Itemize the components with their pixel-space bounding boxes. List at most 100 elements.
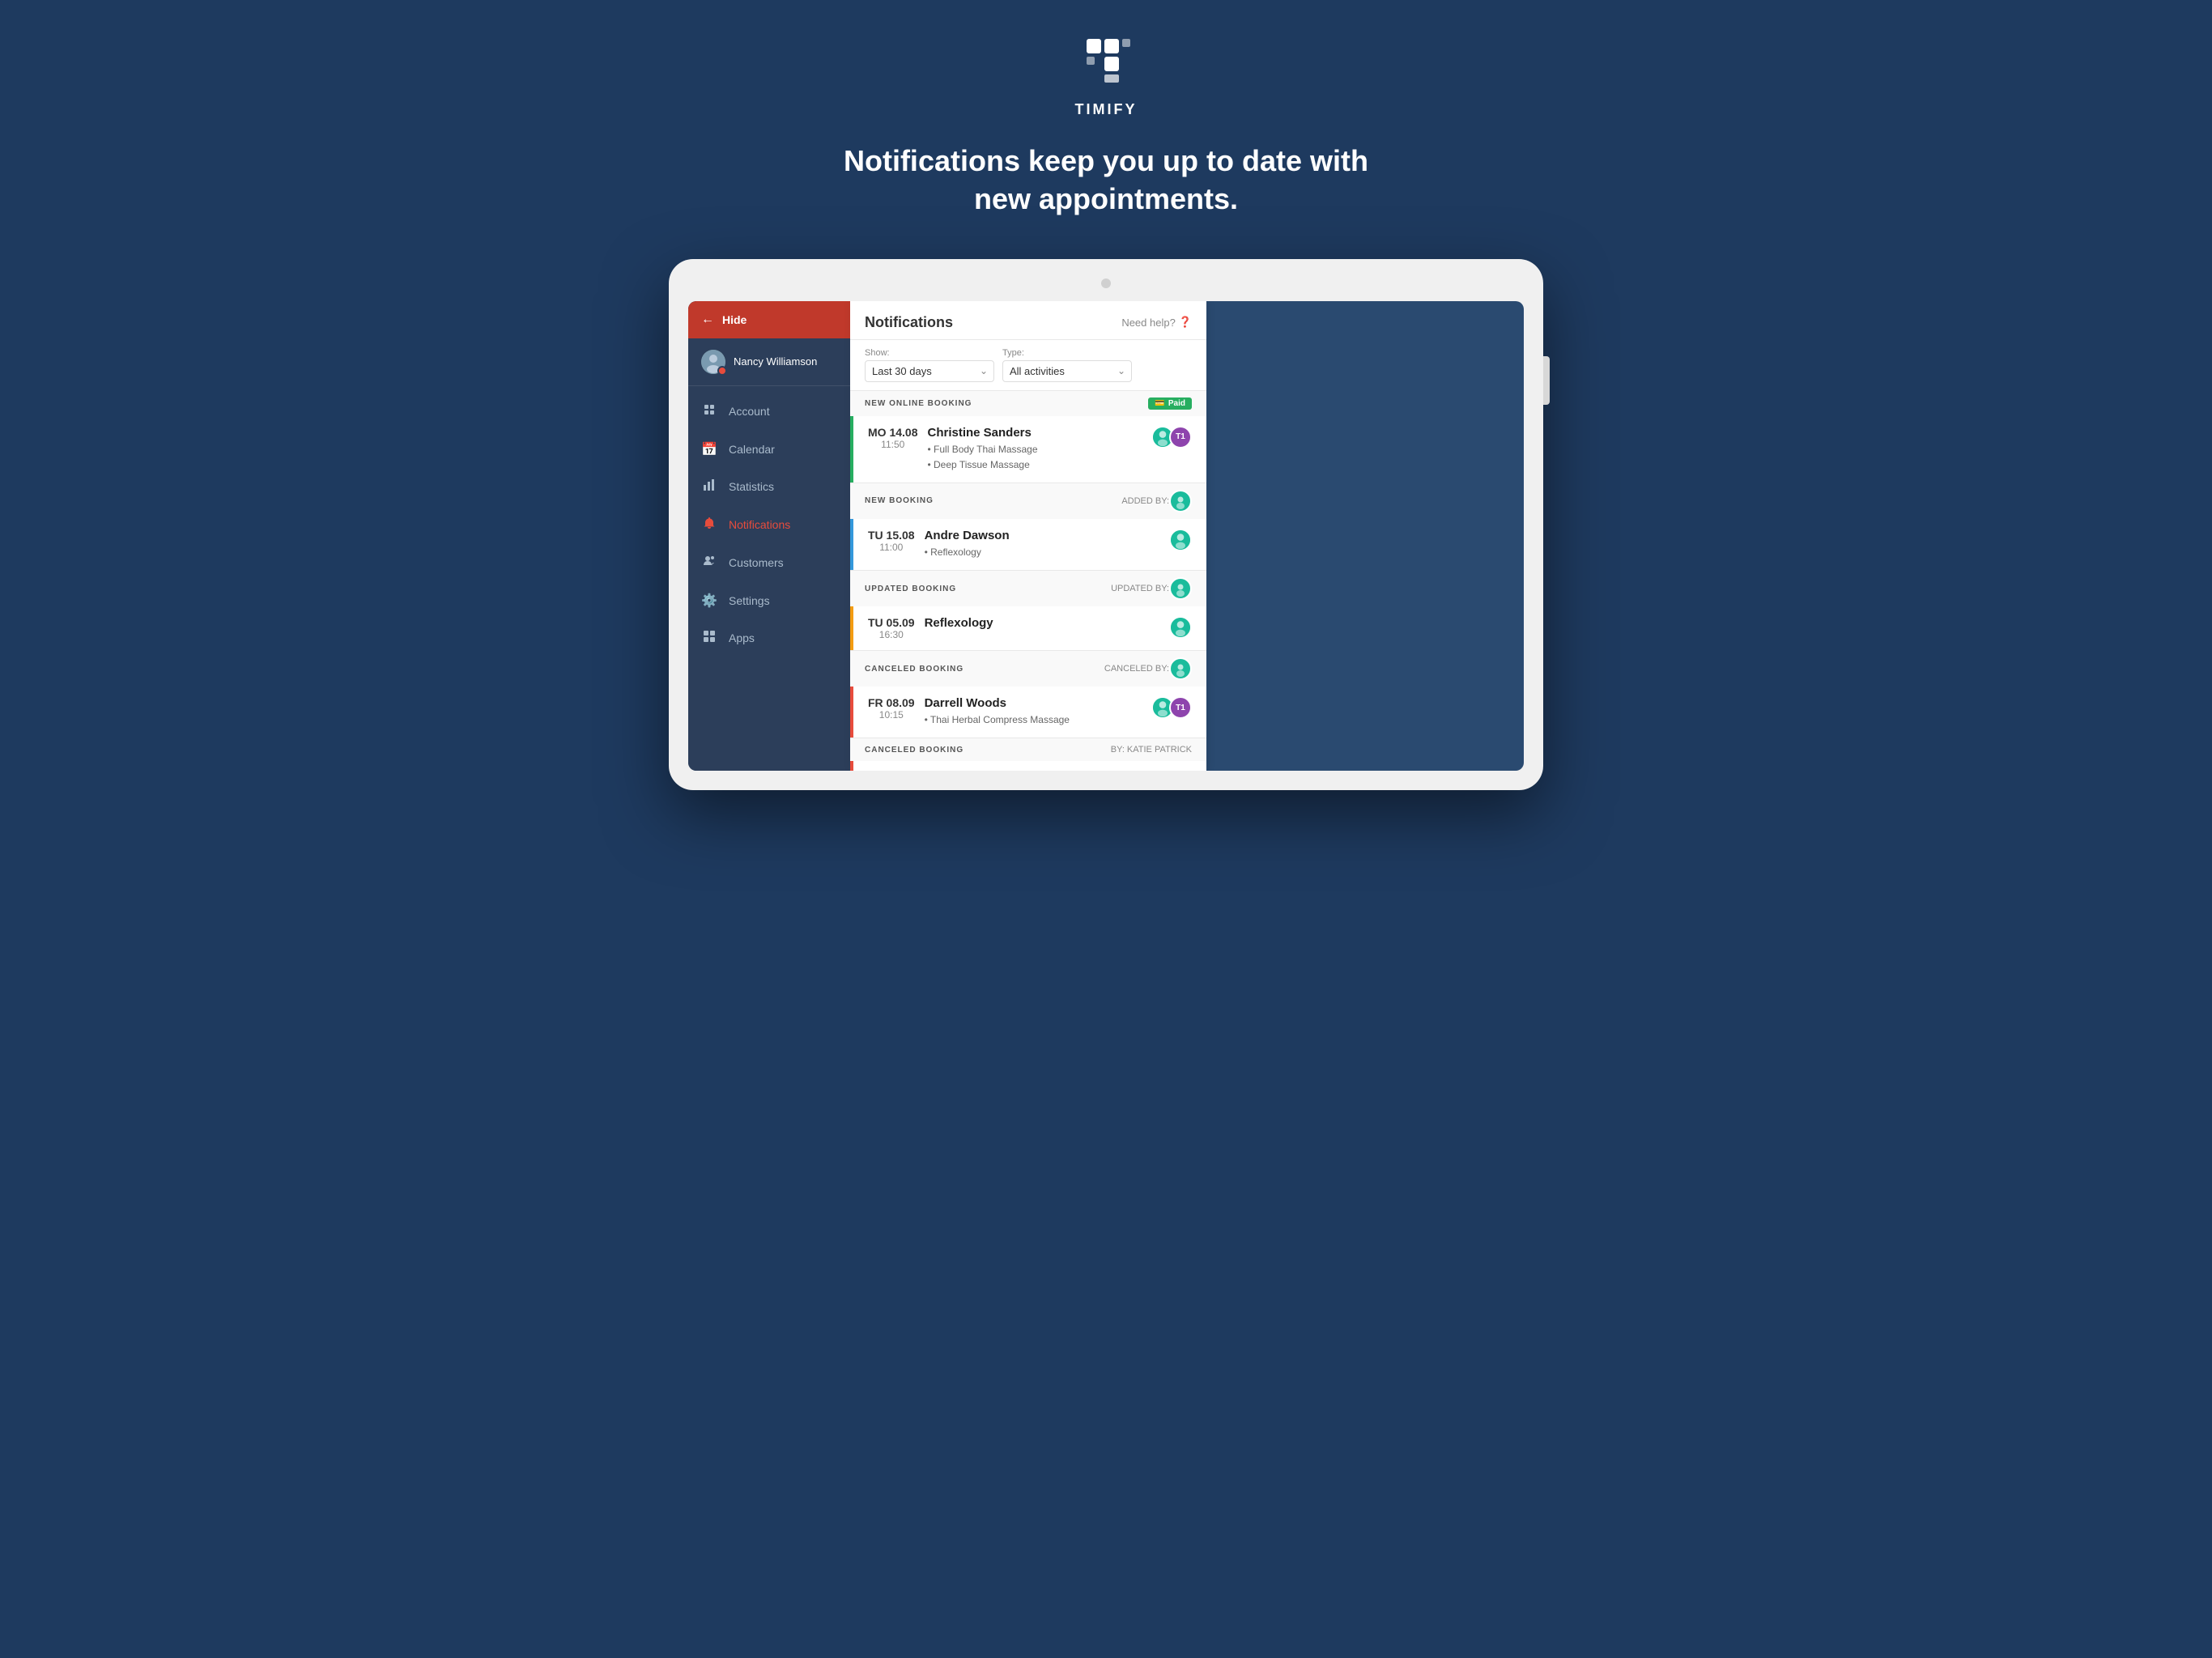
customer-name: Andre Dawson xyxy=(925,529,1159,542)
section-new-online-booking: NEW ONLINE BOOKING Paid MO 14.08 11:50 C… xyxy=(850,391,1206,483)
notifications-header: Notifications Need help? ❓ xyxy=(850,301,1206,340)
sidebar-item-label-settings: Settings xyxy=(729,594,770,607)
sidebar: ← Hide Nancy Williamson Account xyxy=(688,301,850,771)
notif-content: Darrell Woods • Thai Herbal Compress Mas… xyxy=(925,696,1142,728)
sidebar-nav: Account 📅 Calendar Statistics Notif xyxy=(688,386,850,771)
sidebar-item-label-customers: Customers xyxy=(729,556,784,569)
section-header-new-online: NEW ONLINE BOOKING Paid xyxy=(850,391,1206,416)
tablet-side-button xyxy=(1543,356,1550,405)
section-type-new-online: NEW ONLINE BOOKING xyxy=(865,399,972,408)
account-icon xyxy=(701,403,717,420)
sidebar-item-calendar[interactable]: 📅 Calendar xyxy=(688,431,850,468)
statistics-icon xyxy=(701,478,717,495)
section-type-updated: UPDATED BOOKING xyxy=(865,585,956,593)
notification-item[interactable]: MO 14.08 11:50 Christine Sanders • Full … xyxy=(850,416,1206,483)
notifications-icon xyxy=(701,517,717,534)
service-item: • Full Body Thai Massage xyxy=(927,442,1142,457)
sidebar-hide-button[interactable]: ← Hide xyxy=(688,301,850,338)
apps-icon xyxy=(701,630,717,647)
paid-label: Paid xyxy=(1168,399,1185,408)
calendar-icon: 📅 xyxy=(701,441,717,457)
notif-date: MO 14.08 11:50 xyxy=(868,426,917,450)
section-meta-updated-by: UPDATED BY: xyxy=(1111,577,1192,600)
notif-avatars xyxy=(1169,529,1192,551)
notification-item[interactable]: TU 09.10 14:10 Katie Patrick • Deep Tiss… xyxy=(850,761,1206,770)
sidebar-item-customers[interactable]: Customers xyxy=(688,544,850,582)
section-canceled-booking-1: CANCELED BOOKING CANCELED BY: FR 08.09 1… xyxy=(850,651,1206,738)
notif-date-time: 11:50 xyxy=(868,439,917,450)
avatar xyxy=(1169,529,1192,551)
settings-icon: ⚙️ xyxy=(701,593,717,609)
service-name: Reflexology xyxy=(925,616,1159,630)
type-filter-select[interactable]: All activities New bookings Updated book… xyxy=(1002,360,1132,382)
notif-date: TU 05.09 16:30 xyxy=(868,616,915,640)
notifications-title: Notifications xyxy=(865,314,953,331)
section-new-booking: NEW BOOKING ADDED BY: TU 15.08 11:00 xyxy=(850,483,1206,571)
notifications-filters: Show: Last 30 days Last 7 days Last 90 d… xyxy=(850,340,1206,391)
tablet-screen: ← Hide Nancy Williamson Account xyxy=(688,301,1524,771)
avatar xyxy=(1169,490,1192,512)
tablet-camera xyxy=(1101,278,1111,288)
notif-avatars xyxy=(1169,616,1192,639)
page-headline: Notifications keep you up to date with n… xyxy=(823,142,1389,219)
notification-item[interactable]: TU 15.08 11:00 Andre Dawson • Reflexolog… xyxy=(850,519,1206,570)
sidebar-item-account[interactable]: Account xyxy=(688,393,850,431)
help-link[interactable]: Need help? ❓ xyxy=(1121,316,1192,329)
notif-services: • Full Body Thai Massage • Deep Tissue M… xyxy=(927,442,1142,473)
section-header-canceled-2: CANCELED BOOKING BY: KATIE PATRICK xyxy=(850,738,1206,761)
avatar xyxy=(1169,577,1192,600)
show-filter-label: Show: xyxy=(865,348,994,358)
section-updated-booking: UPDATED BOOKING UPDATED BY: TU 05.09 16:… xyxy=(850,571,1206,651)
notif-date: FR 08.09 10:15 xyxy=(868,696,915,721)
service-item: • Deep Tissue Massage xyxy=(927,457,1142,473)
by-label: BY: KATIE PATRICK xyxy=(1111,745,1192,755)
type-filter-group: Type: All activities New bookings Update… xyxy=(1002,348,1132,382)
notif-avatars: T1 xyxy=(1151,696,1192,719)
customers-icon xyxy=(701,555,717,572)
notif-date: TU 15.08 11:00 xyxy=(868,529,915,553)
user-badge xyxy=(717,366,727,376)
customer-name: Christine Sanders xyxy=(927,426,1142,440)
notif-content: Andre Dawson • Reflexology xyxy=(925,529,1159,560)
notif-date-time: 11:00 xyxy=(868,542,915,553)
sidebar-item-notifications[interactable]: Notifications xyxy=(688,506,850,544)
section-canceled-booking-2: CANCELED BOOKING BY: KATIE PATRICK TU 09… xyxy=(850,738,1206,770)
avatar xyxy=(1169,657,1192,680)
updated-by-label: UPDATED BY: xyxy=(1111,584,1169,593)
section-meta-by: BY: KATIE PATRICK xyxy=(1111,745,1192,755)
customer-name: Darrell Woods xyxy=(925,696,1142,710)
notif-date-time: 16:30 xyxy=(868,629,915,640)
notification-item[interactable]: FR 08.09 10:15 Darrell Woods • Thai Herb… xyxy=(850,687,1206,738)
section-type-new-booking: NEW BOOKING xyxy=(865,496,934,505)
sidebar-user: Nancy Williamson xyxy=(688,338,850,386)
sidebar-item-label-account: Account xyxy=(729,405,770,418)
show-filter-select[interactable]: Last 30 days Last 7 days Last 90 days xyxy=(865,360,994,382)
tablet-frame: ← Hide Nancy Williamson Account xyxy=(669,259,1543,790)
paid-badge: Paid xyxy=(1148,397,1192,410)
section-type-canceled: CANCELED BOOKING xyxy=(865,665,963,674)
sidebar-item-settings[interactable]: ⚙️ Settings xyxy=(688,582,850,619)
help-icon: ❓ xyxy=(1179,316,1192,329)
notif-date-day: TU 05.09 xyxy=(868,616,915,629)
notif-date-time: 10:15 xyxy=(868,709,915,721)
section-header-canceled-1: CANCELED BOOKING CANCELED BY: xyxy=(850,651,1206,687)
sidebar-item-statistics[interactable]: Statistics xyxy=(688,468,850,506)
sidebar-item-apps[interactable]: Apps xyxy=(688,619,850,657)
type-filter-label: Type: xyxy=(1002,348,1132,358)
notif-services: • Reflexology xyxy=(925,545,1159,560)
notif-services: • Thai Herbal Compress Massage xyxy=(925,712,1142,728)
back-arrow-icon: ← xyxy=(701,312,714,327)
sidebar-hide-label: Hide xyxy=(722,313,747,326)
section-type-canceled-2: CANCELED BOOKING xyxy=(865,746,963,755)
notification-item[interactable]: TU 05.09 16:30 Reflexology xyxy=(850,606,1206,650)
section-meta-added-by: ADDED BY: xyxy=(1121,490,1192,512)
avatar: T1 xyxy=(1169,426,1192,449)
notif-date-day: MO 14.08 xyxy=(868,426,917,439)
notifications-panel: Notifications Need help? ❓ ✕ Show: xyxy=(850,301,1206,771)
sidebar-item-label-apps: Apps xyxy=(729,631,755,644)
notif-content: Christine Sanders • Full Body Thai Massa… xyxy=(927,426,1142,473)
show-filter-group: Show: Last 30 days Last 7 days Last 90 d… xyxy=(865,348,994,382)
service-item: • Thai Herbal Compress Massage xyxy=(925,712,1142,728)
sidebar-username: Nancy Williamson xyxy=(734,355,817,368)
notif-avatars: T1 xyxy=(1151,426,1192,449)
